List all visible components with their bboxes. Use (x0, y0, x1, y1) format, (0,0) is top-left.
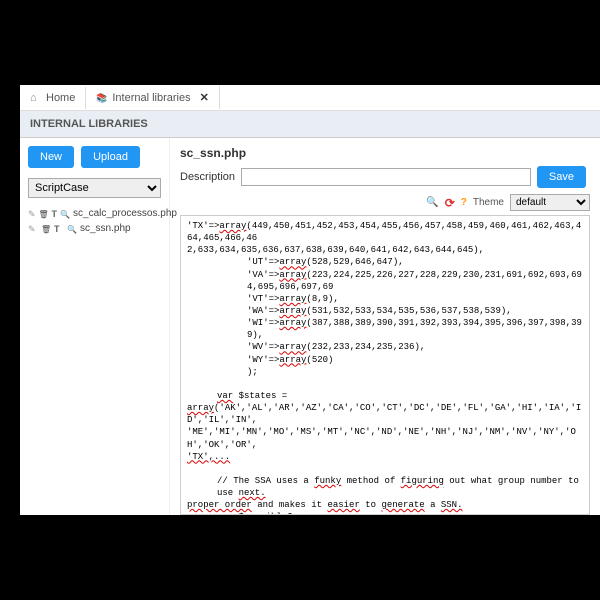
app-window: Home Internal libraries ✕ INTERNAL LIBRA… (20, 85, 600, 515)
search-icon[interactable] (60, 209, 70, 219)
tab-label: Home (46, 92, 75, 104)
description-label: Description (180, 171, 235, 183)
main-panel: sc_ssn.php Description Save Theme defaul… (170, 138, 600, 515)
library-icon (96, 92, 107, 103)
file-list: sc_calc_processos.php sc_ssn.php (28, 206, 161, 236)
tab-label: Internal libraries (112, 92, 190, 104)
refresh-icon[interactable] (445, 196, 455, 210)
text-icon (54, 224, 64, 234)
file-item[interactable]: sc_ssn.php (28, 221, 161, 236)
home-icon (30, 92, 41, 103)
edit-icon[interactable] (28, 209, 36, 219)
search-icon[interactable] (426, 197, 438, 208)
page-title: INTERNAL LIBRARIES (20, 111, 600, 138)
theme-label: Theme (473, 197, 504, 208)
filename-heading: sc_ssn.php (180, 146, 590, 160)
description-input[interactable] (241, 168, 531, 186)
tab-bar: Home Internal libraries ✕ (20, 85, 600, 111)
code-editor[interactable]: 'TX'=>array(449,450,451,452,453,454,455,… (180, 215, 590, 515)
body: New Upload ScriptCase sc_calc_processos.… (20, 138, 600, 515)
edit-icon[interactable] (28, 224, 38, 234)
delete-icon[interactable] (39, 209, 49, 219)
description-row: Description Save (180, 166, 590, 188)
tab-internal-libraries[interactable]: Internal libraries ✕ (86, 86, 219, 109)
text-icon (52, 209, 58, 219)
sidebar: New Upload ScriptCase sc_calc_processos.… (20, 138, 170, 515)
tab-home[interactable]: Home (20, 87, 86, 109)
search-icon[interactable] (67, 224, 77, 234)
help-icon[interactable] (461, 197, 467, 208)
editor-toolbar: Theme default (180, 194, 590, 211)
file-item[interactable]: sc_calc_processos.php (28, 206, 161, 221)
theme-select[interactable]: default (510, 194, 590, 211)
new-button[interactable]: New (28, 146, 74, 168)
project-select[interactable]: ScriptCase (28, 178, 161, 198)
delete-icon[interactable] (41, 224, 51, 234)
file-name: sc_ssn.php (80, 223, 131, 234)
save-button[interactable]: Save (537, 166, 586, 188)
close-icon[interactable]: ✕ (200, 91, 209, 104)
upload-button[interactable]: Upload (81, 146, 140, 168)
file-name: sc_calc_processos.php (73, 208, 177, 219)
